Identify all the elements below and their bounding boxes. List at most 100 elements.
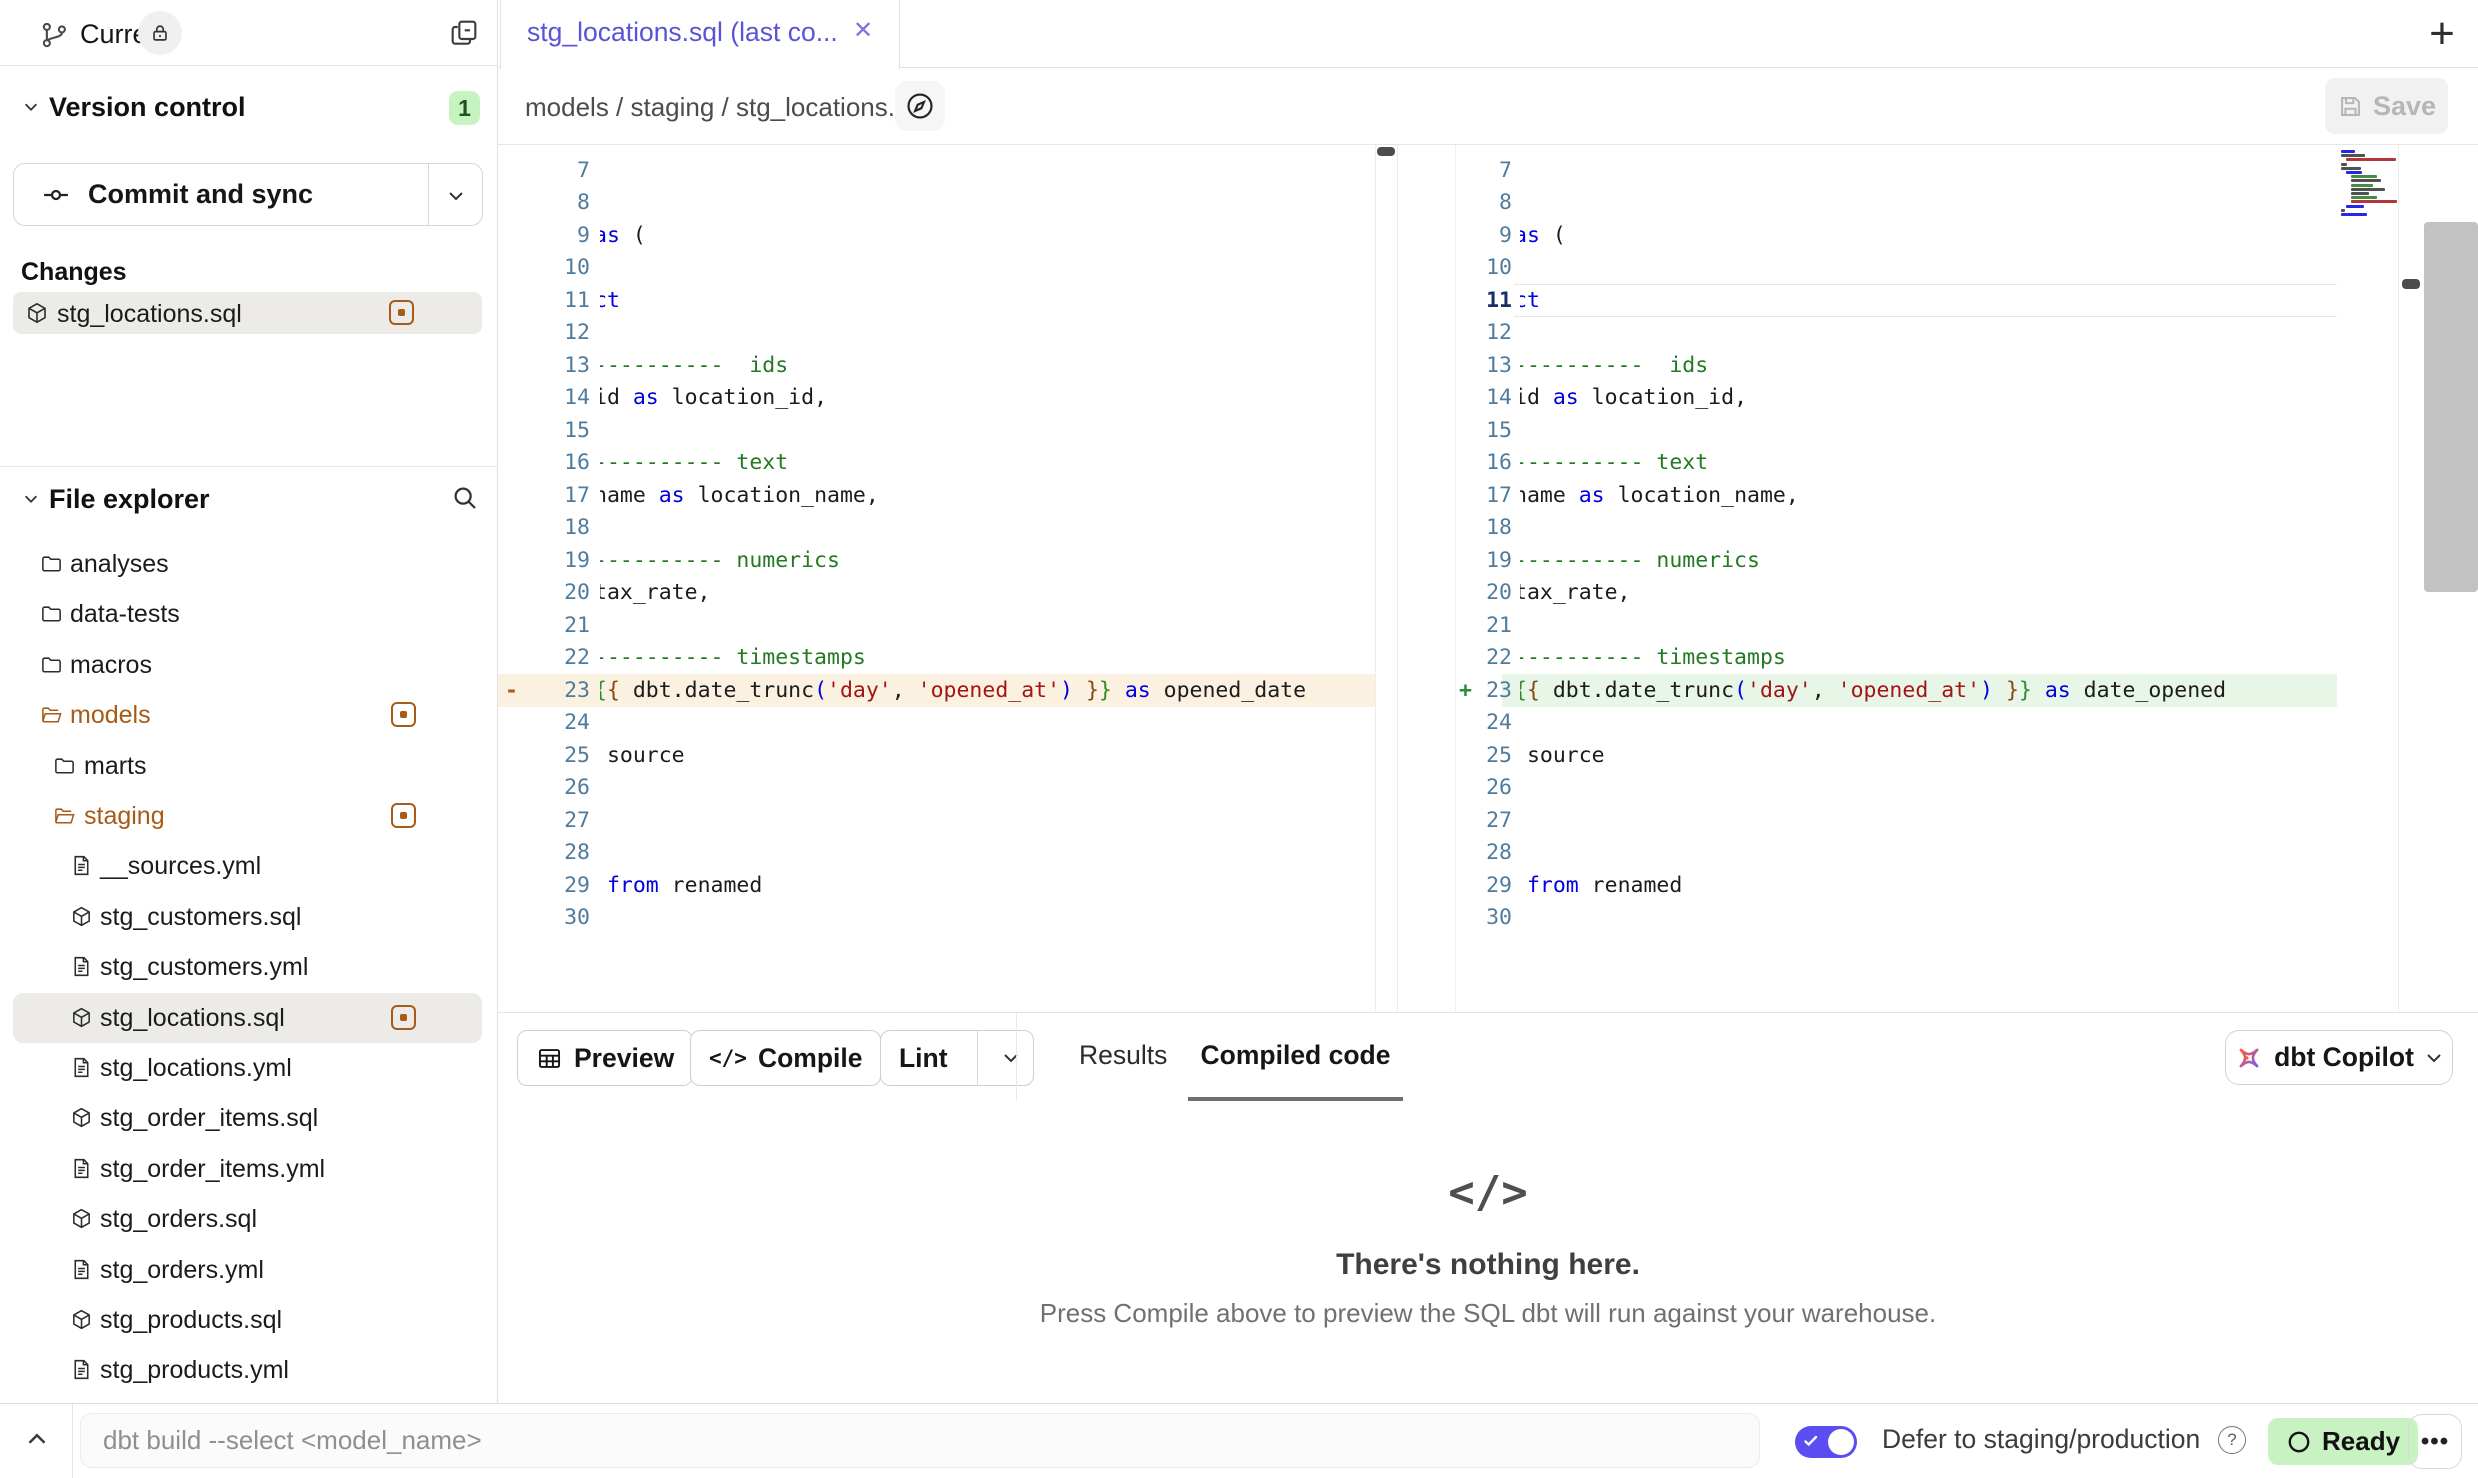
breadcrumb: models / staging / stg_locations.sql xyxy=(525,92,928,123)
file-row-stg-locations-sql[interactable]: stg_locations.sql xyxy=(13,993,482,1043)
compile-button[interactable]: </> Compile xyxy=(690,1030,881,1086)
scrollbar-thumb[interactable] xyxy=(1377,147,1395,156)
code-line-12[interactable]: 12 xyxy=(498,316,2337,349)
chevron-down-icon[interactable] xyxy=(22,490,40,508)
chevron-down-icon[interactable] xyxy=(22,98,40,116)
compiled-code-panel: </> There's nothing here. Press Compile … xyxy=(498,1101,2478,1403)
file-label: stg_customers.yml xyxy=(100,953,308,982)
file-row-data-tests[interactable]: data-tests xyxy=(13,589,482,639)
code-line-16[interactable]: 16---------- text xyxy=(498,446,2337,479)
lint-button[interactable]: Lint xyxy=(880,1030,1034,1086)
copy-files-icon[interactable] xyxy=(448,17,480,49)
minimap-line xyxy=(2351,200,2397,203)
diff-editor[interactable]: 6789as (1011ct1213---------- ids14id as … xyxy=(498,145,2478,1012)
minimap-line xyxy=(2351,188,2385,191)
save-button[interactable]: Save xyxy=(2325,78,2448,134)
compile-button-label: Compile xyxy=(758,1043,863,1074)
file-row--sources-yml[interactable]: __sources.yml xyxy=(13,841,482,891)
file-row-stg-customers-sql[interactable]: stg_customers.sql xyxy=(13,892,482,942)
code-line-17[interactable]: 17name as location_name, xyxy=(498,479,2337,512)
line-number: 19 xyxy=(1442,544,1512,577)
file-row-analyses[interactable]: analyses xyxy=(13,539,482,589)
changed-file-row[interactable]: stg_locations.sql xyxy=(13,292,482,334)
breadcrumb-bar: models / staging / stg_locations.sql Sav… xyxy=(498,68,2478,145)
minimap-line xyxy=(2341,163,2347,166)
code-line-13[interactable]: 13---------- ids xyxy=(498,349,2337,382)
chevron-up-icon[interactable] xyxy=(22,1424,52,1454)
help-icon[interactable]: ? xyxy=(2218,1426,2246,1454)
minimap[interactable] xyxy=(2341,150,2399,350)
code-line-28[interactable]: 28 xyxy=(498,836,2337,869)
file-row-stg-products-sql[interactable]: stg_products.sql xyxy=(13,1295,482,1345)
lineage-button[interactable] xyxy=(895,81,945,131)
close-icon[interactable]: ✕ xyxy=(853,16,873,45)
chevron-down-icon[interactable] xyxy=(446,186,466,206)
file-row-marts[interactable]: marts xyxy=(13,741,482,791)
file-row-staging[interactable]: staging xyxy=(13,791,482,841)
code-line-9[interactable]: 9as ( xyxy=(498,219,2337,252)
code-line-11[interactable]: 11ct xyxy=(498,284,2337,317)
tab-compiled-code[interactable]: Compiled code xyxy=(1188,1040,1403,1071)
code-line-29[interactable]: 29 from renamed xyxy=(498,869,2337,902)
line-content: ct xyxy=(1520,284,2337,317)
file-explorer-title[interactable]: File explorer xyxy=(49,484,210,515)
scrollbar-thumb[interactable] xyxy=(2402,279,2420,289)
file-row-stg-locations-yml[interactable]: stg_locations.yml xyxy=(13,1043,482,1093)
file-row-stg-order-items-sql[interactable]: stg_order_items.sql xyxy=(13,1093,482,1143)
file-row-stg-orders-sql[interactable]: stg_orders.sql xyxy=(13,1194,482,1244)
new-tab-button[interactable]: + xyxy=(2414,6,2470,62)
tab-results[interactable]: Results xyxy=(1079,1040,1167,1071)
window-scrollbar-thumb[interactable] xyxy=(2424,222,2478,592)
code-line-26[interactable]: 26 xyxy=(498,771,2337,804)
tab-stg-locations[interactable]: stg_locations.sql (last co... ✕ xyxy=(500,0,900,69)
line-number: 29 xyxy=(1442,869,1512,902)
defer-toggle[interactable] xyxy=(1795,1426,1857,1458)
preview-button[interactable]: Preview xyxy=(517,1030,693,1086)
model-icon xyxy=(70,1207,93,1230)
code-line-27[interactable]: 27 xyxy=(498,804,2337,837)
minimap-line xyxy=(2346,158,2396,161)
search-icon[interactable] xyxy=(450,483,480,513)
chevron-down-icon[interactable] xyxy=(989,1048,1033,1068)
code-line-15[interactable]: 15 xyxy=(498,414,2337,447)
code-line-24[interactable]: 24 xyxy=(498,706,2337,739)
status-ring-icon xyxy=(2286,1429,2312,1455)
divider xyxy=(72,1404,73,1478)
line-number: 26 xyxy=(1442,771,1512,804)
command-input[interactable] xyxy=(80,1413,1760,1468)
dbt-copilot-button[interactable]: dbt Copilot xyxy=(2225,1030,2453,1085)
code-icon: </> xyxy=(709,1046,747,1070)
folder-open-icon xyxy=(53,804,76,827)
file-row-stg-customers-yml[interactable]: stg_customers.yml xyxy=(13,942,482,992)
file-row-stg-products-yml[interactable]: stg_products.yml xyxy=(13,1345,482,1395)
status-label: Ready xyxy=(2322,1426,2400,1457)
commit-and-sync-button[interactable]: Commit and sync xyxy=(13,163,483,226)
file-row-stg-orders-yml[interactable]: stg_orders.yml xyxy=(13,1245,482,1295)
code-line-18[interactable]: 18 xyxy=(498,511,2337,544)
diff-pane-modified: 6789as (1011ct1213---------- ids14id as … xyxy=(498,145,2478,1012)
code-line-7[interactable]: 7 xyxy=(498,154,2337,187)
code-line-21[interactable]: 21 xyxy=(498,609,2337,642)
code-line-30[interactable]: 30 xyxy=(498,901,2337,934)
file-row-stg-order-items-yml[interactable]: stg_order_items.yml xyxy=(13,1144,482,1194)
save-button-label: Save xyxy=(2373,91,2436,122)
file-row-macros[interactable]: macros xyxy=(13,640,482,690)
lint-button-label: Lint xyxy=(881,1043,966,1074)
line-content: tax_rate, xyxy=(1520,576,2337,609)
more-menu-button[interactable]: ••• xyxy=(2408,1414,2462,1469)
code-line-8[interactable]: 8 xyxy=(498,186,2337,219)
minimap-line xyxy=(2341,209,2345,212)
code-line-14[interactable]: 14id as location_id, xyxy=(498,381,2337,414)
code-line-25[interactable]: 25 source xyxy=(498,739,2337,772)
code-line-22[interactable]: 22---------- timestamps xyxy=(498,641,2337,674)
file-row-models[interactable]: models xyxy=(13,690,482,740)
model-icon xyxy=(70,1006,93,1029)
code-line-23[interactable]: +23{{ dbt.date_trunc('day', 'opened_at')… xyxy=(498,674,2337,707)
code-line-10[interactable]: 10 xyxy=(498,251,2337,284)
changes-count-badge: 1 xyxy=(449,91,480,125)
code-line-19[interactable]: 19---------- numerics xyxy=(498,544,2337,577)
minimap-line xyxy=(2341,213,2367,216)
version-control-title[interactable]: Version control xyxy=(49,92,246,123)
divider xyxy=(1455,145,1456,1012)
code-line-20[interactable]: 20tax_rate, xyxy=(498,576,2337,609)
